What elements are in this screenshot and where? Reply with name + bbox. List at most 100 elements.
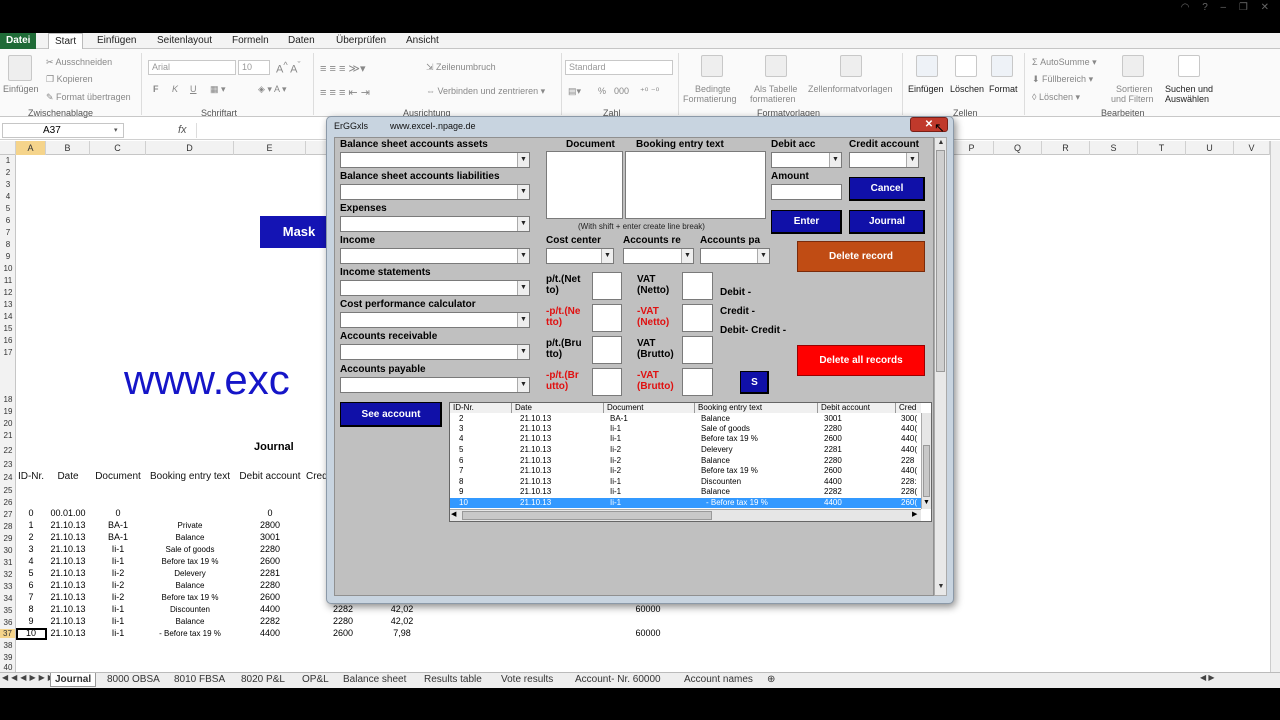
row-header[interactable]: 32 <box>0 570 16 579</box>
chevron-down-icon[interactable]: ▼ <box>517 378 529 392</box>
journal-button[interactable]: Journal <box>849 210 925 234</box>
format-cells-icon[interactable] <box>991 55 1013 77</box>
pt-net-input[interactable] <box>592 272 622 300</box>
row-header[interactable]: 30 <box>0 546 16 555</box>
italic-button[interactable]: K <box>172 84 178 94</box>
delete-all-records-button[interactable]: Delete all records <box>797 345 925 376</box>
row-header[interactable]: 21 <box>0 431 16 440</box>
window-controls-icon[interactable]: ◠ ? – ❐ ✕ <box>1181 2 1274 13</box>
row-header[interactable]: 7 <box>0 228 16 237</box>
combo-expenses[interactable]: ▼ <box>340 216 530 232</box>
minus-vat-net-input[interactable] <box>682 304 713 332</box>
list-item[interactable]: 5 21.10.13 Ii-2 Delevery 2281 440( <box>450 445 921 455</box>
listbox-hscroll-thumb[interactable] <box>462 511 712 520</box>
row-header[interactable]: 22 <box>0 446 16 455</box>
sheet-tab[interactable]: 8020 P&L <box>237 673 289 687</box>
cut-button[interactable]: ✂ Ausschneiden <box>46 57 112 68</box>
chevron-down-icon[interactable]: ▼ <box>517 345 529 359</box>
chevron-down-icon[interactable]: ▼ <box>517 249 529 263</box>
row-header[interactable]: 31 <box>0 558 16 567</box>
row-header[interactable]: 8 <box>0 240 16 249</box>
cell-styles-icon[interactable] <box>840 55 862 77</box>
amount-input[interactable] <box>771 184 842 200</box>
fill-button[interactable]: ⬇ Füllbereich ▾ <box>1032 74 1093 85</box>
booking-text-textarea[interactable] <box>625 151 766 219</box>
column-header-q[interactable]: Q <box>994 141 1042 155</box>
tab-datei[interactable]: Datei <box>0 33 37 49</box>
merge-center-button[interactable]: ⇔ Verbinden und zentrieren ▾ <box>426 86 545 97</box>
row-header[interactable]: 39 <box>0 653 16 662</box>
column-header-b[interactable]: B <box>46 141 90 155</box>
list-item[interactable]: 3 21.10.13 Ii-1 Sale of goods 2280 440( <box>450 424 921 434</box>
tab-ansicht[interactable]: Ansicht <box>400 33 445 49</box>
column-header-e[interactable]: E <box>234 141 306 155</box>
row-header[interactable]: 13 <box>0 300 16 309</box>
row-header[interactable]: 11 <box>0 276 16 285</box>
horizontal-scroll-icon[interactable]: ◀ ▶ <box>1200 673 1215 682</box>
row-header[interactable]: 2 <box>0 168 16 177</box>
tab-start[interactable]: Start <box>48 33 84 49</box>
fill-color-icon[interactable]: ◈ ▾ A ▾ <box>258 84 286 95</box>
combo-cost-center[interactable]: ▼ <box>546 248 614 264</box>
sheet-tab[interactable]: Account- Nr. 60000 <box>571 673 665 687</box>
row-header[interactable]: 25 <box>0 486 16 495</box>
select-all-corner[interactable] <box>0 141 16 155</box>
decimal-icons[interactable]: ⁺⁰ ⁻⁰ <box>640 86 659 97</box>
row-header[interactable]: 3 <box>0 180 16 189</box>
row-header[interactable]: 5 <box>0 204 16 213</box>
minus-pt-net-input[interactable] <box>592 304 622 332</box>
row-header[interactable]: 27 <box>0 510 16 519</box>
listbox-scroll-down-icon[interactable]: ▼ <box>923 499 930 506</box>
chevron-down-icon[interactable]: ▼ <box>517 153 529 167</box>
minus-vat-gross-input[interactable] <box>682 368 713 396</box>
sheet-tab[interactable]: 8000 OBSA <box>103 673 164 687</box>
list-item[interactable]: 6 21.10.13 Ii-2 Balance 2280 228 <box>450 456 921 466</box>
underline-button[interactable]: U <box>190 84 197 94</box>
list-item[interactable]: 7 21.10.13 Ii-2 Before tax 19 % 2600 440… <box>450 466 921 476</box>
combo-acc-payable[interactable]: ▼ <box>340 377 530 393</box>
row-header[interactable]: 17 <box>0 348 16 357</box>
listbox-horizontal-scrollbar[interactable]: ◀ ▶ <box>450 509 921 521</box>
name-box[interactable]: A37 <box>2 123 124 138</box>
chevron-down-icon[interactable]: ▼ <box>517 217 529 231</box>
align-horizontal-icons[interactable]: ≡ ≡ ≡ ⇤ ⇥ <box>320 86 370 99</box>
row-header[interactable]: 29 <box>0 534 16 543</box>
document-textarea[interactable] <box>546 151 623 219</box>
vat-gross-input[interactable] <box>682 336 713 364</box>
column-header-t[interactable]: T <box>1138 141 1186 155</box>
listbox-scroll-thumb[interactable] <box>923 445 930 497</box>
font-name-select[interactable]: Arial <box>148 60 236 75</box>
delete-cells-button[interactable]: Löschen <box>950 84 984 94</box>
listbox-scroll-left-icon[interactable]: ◀ <box>451 510 456 518</box>
find-select-icon[interactable] <box>1178 55 1200 77</box>
list-item-selected[interactable]: 10 21.10.13 Ii-1 - Before tax 19 % 4400 … <box>450 498 921 508</box>
pt-gross-input[interactable] <box>592 336 622 364</box>
row-header[interactable]: 4 <box>0 192 16 201</box>
sheet-tab[interactable]: Results table <box>420 673 486 687</box>
row-header-active[interactable]: 37 <box>0 629 15 638</box>
format-as-table-icon[interactable] <box>765 55 787 77</box>
delete-cells-icon[interactable] <box>955 55 977 77</box>
sheet-tab[interactable]: OP&L <box>298 673 333 687</box>
cancel-button[interactable]: Cancel <box>849 177 925 201</box>
paste-icon[interactable] <box>8 55 32 81</box>
row-header[interactable]: 34 <box>0 594 16 603</box>
insert-function-icon[interactable]: fx <box>178 124 187 136</box>
row-header[interactable]: 14 <box>0 312 16 321</box>
format-cells-button[interactable]: Format <box>989 84 1018 94</box>
column-header-r[interactable]: R <box>1042 141 1090 155</box>
tab-seitenlayout[interactable]: Seitenlayout <box>151 33 218 49</box>
vat-net-input[interactable] <box>682 272 713 300</box>
combo-acc-receivable[interactable]: ▼ <box>340 344 530 360</box>
sheet-tab[interactable]: 8010 FBSA <box>170 673 229 687</box>
row-header[interactable]: 20 <box>0 419 16 428</box>
sheet-tab-journal[interactable]: Journal <box>50 673 97 687</box>
row-header[interactable]: 24 <box>0 473 16 482</box>
currency-icon[interactable]: ▤▾ <box>568 86 581 97</box>
column-header-c[interactable]: C <box>90 141 146 155</box>
sheet-tab[interactable]: Balance sheet <box>339 673 410 687</box>
list-item[interactable]: 2 21.10.13 BA-1 Balance 3001 300( <box>450 414 921 424</box>
chevron-down-icon[interactable]: ▼ <box>757 249 769 263</box>
row-header[interactable]: 36 <box>0 618 16 627</box>
row-header[interactable]: 33 <box>0 582 16 591</box>
